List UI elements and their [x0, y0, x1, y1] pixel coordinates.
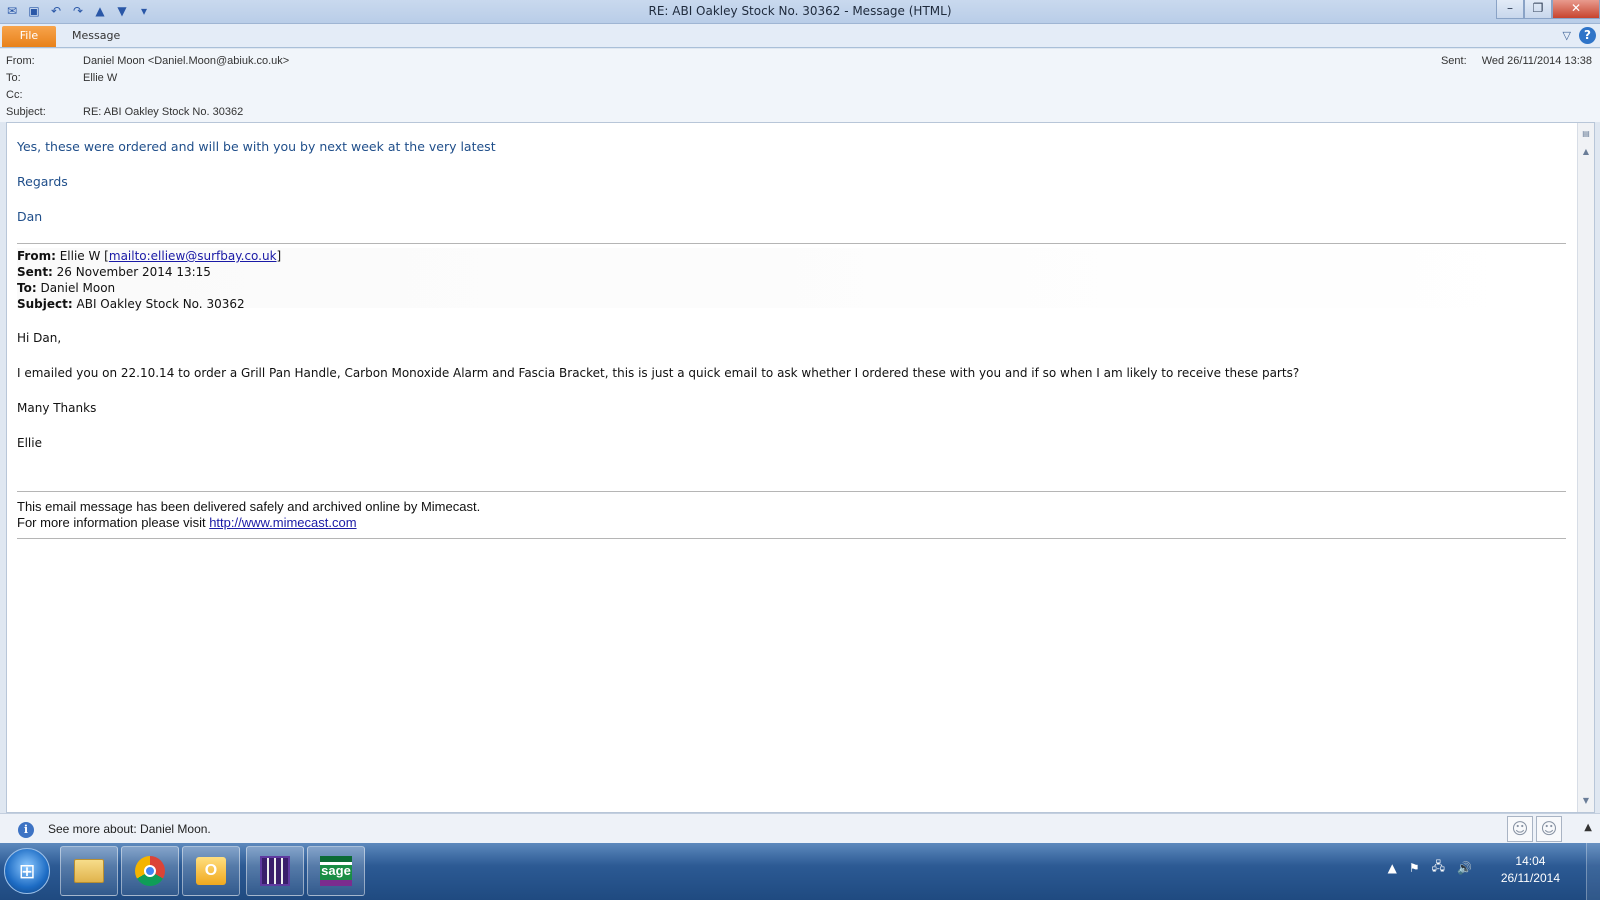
- reply-signature: Dan: [17, 209, 43, 224]
- from-value[interactable]: Daniel Moon <Daniel.Moon@abiuk.co.uk>: [83, 53, 289, 69]
- help-icon[interactable]: ?: [1579, 27, 1596, 44]
- taskbar-windows-explorer[interactable]: [60, 846, 118, 896]
- message-body[interactable]: Yes, these were ordered and will be with…: [6, 122, 1595, 813]
- mimecast-link[interactable]: http://www.mimecast.com: [209, 515, 356, 530]
- window-controls: – ❐ ✕: [1496, 0, 1600, 19]
- system-tray: ▲ ⚑ 🖧 🔊: [1388, 857, 1472, 878]
- outlook-icon: O: [196, 857, 226, 885]
- ribbon-tabs: File Message ▽ ?: [0, 24, 1600, 48]
- orig-to-line: To: Daniel Moon: [17, 281, 116, 295]
- taskbar-sage[interactable]: sage: [307, 846, 365, 896]
- orig-greeting: Hi Dan,: [17, 331, 62, 345]
- close-button[interactable]: ✕: [1552, 0, 1600, 19]
- tab-message[interactable]: Message: [64, 28, 128, 44]
- orig-from-email-link[interactable]: mailto:elliew@surfbay.co.uk: [109, 249, 277, 263]
- disclaimer-line: For more information please visit http:/…: [17, 515, 357, 530]
- vertical-scrollbar[interactable]: ▤ ▲ ▼: [1577, 123, 1594, 812]
- info-icon: i: [18, 822, 34, 838]
- from-label: From:: [6, 55, 35, 67]
- taskbar-outlook[interactable]: O: [182, 846, 240, 896]
- people-pane-text[interactable]: See more about: Daniel Moon.: [48, 822, 211, 836]
- calendar-grid-icon: [260, 856, 290, 886]
- sent-label: Sent:: [1440, 55, 1467, 67]
- clock-time: 14:04: [1515, 854, 1546, 868]
- subject-label: Subject:: [6, 106, 46, 118]
- reply-line: Yes, these were ordered and will be with…: [17, 139, 496, 154]
- avatar[interactable]: ☺: [1536, 816, 1562, 842]
- subject-value: RE: ABI Oakley Stock No. 30362: [83, 106, 244, 118]
- orig-subject-line: Subject: ABI Oakley Stock No. 30362: [17, 297, 245, 311]
- orig-from-label: From:: [17, 249, 56, 263]
- orig-signature: Ellie: [17, 436, 42, 450]
- cc-label: Cc:: [6, 89, 23, 101]
- message-header: From: Daniel Moon <Daniel.Moon@abiuk.co.…: [0, 49, 1600, 122]
- window-title: RE: ABI Oakley Stock No. 30362 - Message…: [648, 4, 952, 18]
- divider: [17, 538, 1566, 539]
- orig-sent-line: Sent: 26 November 2014 13:15: [17, 265, 211, 279]
- tab-file[interactable]: File: [2, 26, 56, 47]
- view-ruler-icon[interactable]: ▤: [1579, 127, 1593, 141]
- start-button[interactable]: ⊞: [4, 848, 50, 894]
- clock-date: 26/11/2014: [1500, 871, 1560, 885]
- sent-value: Wed 26/11/2014 13:38: [1481, 55, 1592, 67]
- show-hidden-icons-icon[interactable]: ▲: [1388, 861, 1397, 875]
- folder-icon: [74, 859, 104, 883]
- divider: [17, 491, 1566, 492]
- reply-regards: Regards: [17, 174, 68, 189]
- disclaimer-line: This email message has been delivered sa…: [17, 499, 481, 514]
- show-desktop-button[interactable]: [1586, 843, 1600, 900]
- title-bar: ✉ ▣ ↶ ↷ ▲ ▼ ▾ RE: ABI Oakley Stock No. 3…: [0, 0, 1600, 24]
- network-icon[interactable]: 🖧: [1432, 857, 1445, 878]
- divider: [17, 243, 1566, 244]
- sent-info: Sent: Wed 26/11/2014 13:38: [1441, 55, 1592, 67]
- minimize-button[interactable]: –: [1496, 0, 1524, 19]
- system-clock[interactable]: 14:04 26/11/2014: [1501, 853, 1560, 887]
- action-center-flag-icon[interactable]: ⚑: [1409, 861, 1420, 875]
- avatar[interactable]: ☺: [1507, 816, 1533, 842]
- minimize-ribbon-icon[interactable]: ▽: [1563, 29, 1571, 42]
- restore-button[interactable]: ❐: [1524, 0, 1552, 19]
- taskbar-chrome[interactable]: [121, 846, 179, 896]
- orig-thanks: Many Thanks: [17, 401, 97, 415]
- to-value[interactable]: Ellie W: [83, 70, 117, 86]
- sage-icon: sage: [320, 856, 352, 886]
- scroll-up-icon[interactable]: ▲: [1579, 145, 1593, 159]
- orig-body: I emailed you on 22.10.14 to order a Gri…: [17, 366, 1300, 380]
- chrome-icon: [135, 856, 165, 886]
- orig-from-line: From: Ellie W [mailto:elliew@surfbay.co.…: [17, 249, 282, 263]
- to-label: To:: [6, 72, 21, 84]
- expand-people-pane-icon[interactable]: ▲: [1584, 822, 1592, 833]
- taskbar-calendar-app[interactable]: [246, 846, 304, 896]
- scroll-down-icon[interactable]: ▼: [1579, 794, 1593, 808]
- volume-icon[interactable]: 🔊: [1457, 861, 1472, 875]
- taskbar: ⊞ O sage ▲ ⚑ 🖧 🔊 14:04 26/11/2014: [0, 843, 1600, 900]
- people-pane: i See more about: Daniel Moon. ☺ ☺ ▲: [0, 813, 1600, 843]
